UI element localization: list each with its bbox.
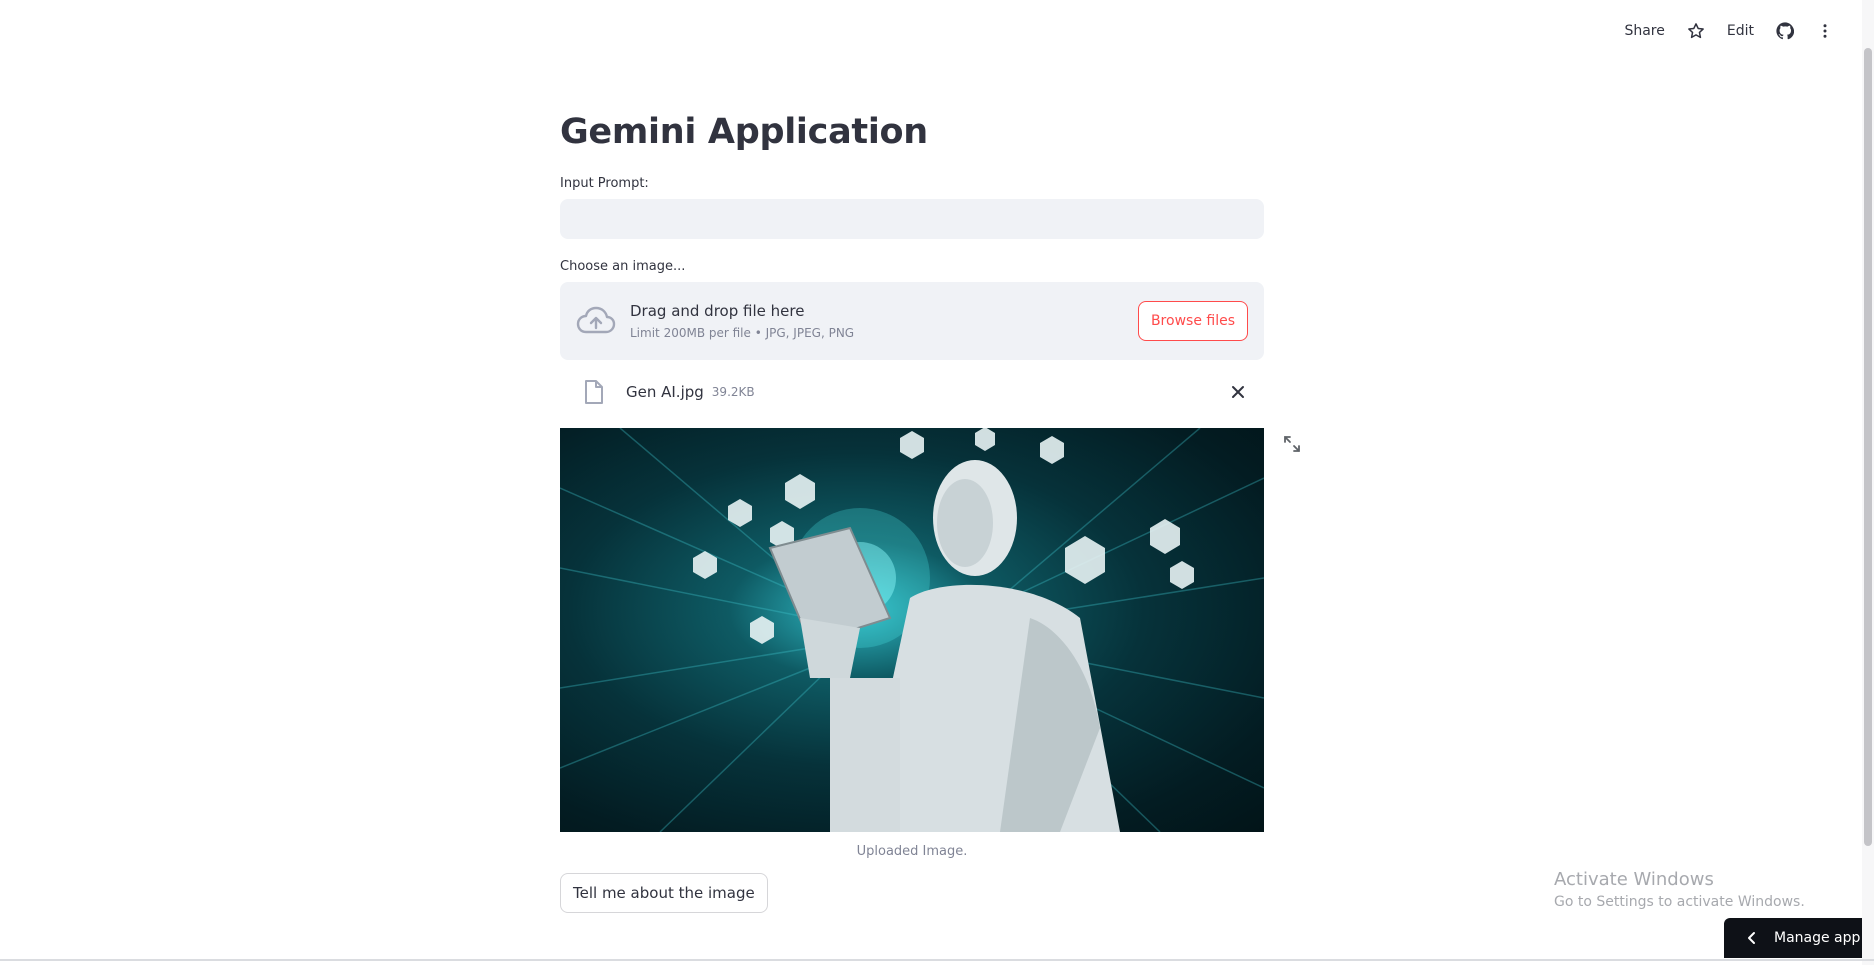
file-dropzone[interactable]: Drag and drop file here Limit 200MB per … xyxy=(560,282,1264,360)
edit-button[interactable]: Edit xyxy=(1727,23,1754,39)
file-name: Gen AI.jpg xyxy=(626,383,704,401)
uploaded-image xyxy=(560,428,1264,832)
cloud-upload-icon xyxy=(576,305,616,337)
vertical-scrollbar[interactable] xyxy=(1862,0,1874,965)
tell-me-about-image-button[interactable]: Tell me about the image xyxy=(560,873,768,913)
file-icon xyxy=(582,378,606,406)
uploader-label: Choose an image... xyxy=(560,259,686,274)
scrollbar-thumb[interactable] xyxy=(1864,48,1872,846)
fullscreen-icon[interactable] xyxy=(1282,434,1302,454)
dropzone-title: Drag and drop file here xyxy=(630,302,805,320)
more-vertical-icon[interactable] xyxy=(1816,22,1834,40)
dropzone-text: Drag and drop file here Limit 200MB per … xyxy=(630,302,1138,340)
uploaded-file-row: Gen AI.jpg 39.2KB xyxy=(560,372,1264,412)
dropzone-limit: Limit 200MB per file • JPG, JPEG, PNG xyxy=(630,326,855,340)
main-content: Gemini Application Input Prompt: Choose … xyxy=(560,108,1300,913)
page-title: Gemini Application xyxy=(560,112,928,152)
header-toolbar: Share Edit xyxy=(1624,22,1834,40)
activation-watermark: Activate Windows Go to Settings to activ… xyxy=(1554,869,1805,910)
chevron-left-icon xyxy=(1746,931,1756,945)
browse-files-button[interactable]: Browse files xyxy=(1137,301,1248,341)
close-icon[interactable] xyxy=(1226,380,1250,404)
share-button[interactable]: Share xyxy=(1624,23,1664,39)
app-page: Share Edit Gemini Application Input Prom… xyxy=(0,0,1874,965)
watermark-title: Activate Windows xyxy=(1554,869,1714,890)
uploaded-image-container xyxy=(560,428,1300,832)
github-icon[interactable] xyxy=(1776,22,1794,40)
prompt-label: Input Prompt: xyxy=(560,176,649,191)
prompt-input[interactable] xyxy=(560,199,1264,239)
star-icon[interactable] xyxy=(1687,22,1705,40)
image-caption: Uploaded Image. xyxy=(856,844,968,859)
manage-app-button[interactable]: Manage app xyxy=(1724,918,1874,958)
watermark-subtitle: Go to Settings to activate Windows. xyxy=(1554,894,1805,910)
manage-app-label: Manage app xyxy=(1774,930,1861,946)
file-size: 39.2KB xyxy=(711,385,755,399)
bottom-divider xyxy=(0,959,1874,961)
